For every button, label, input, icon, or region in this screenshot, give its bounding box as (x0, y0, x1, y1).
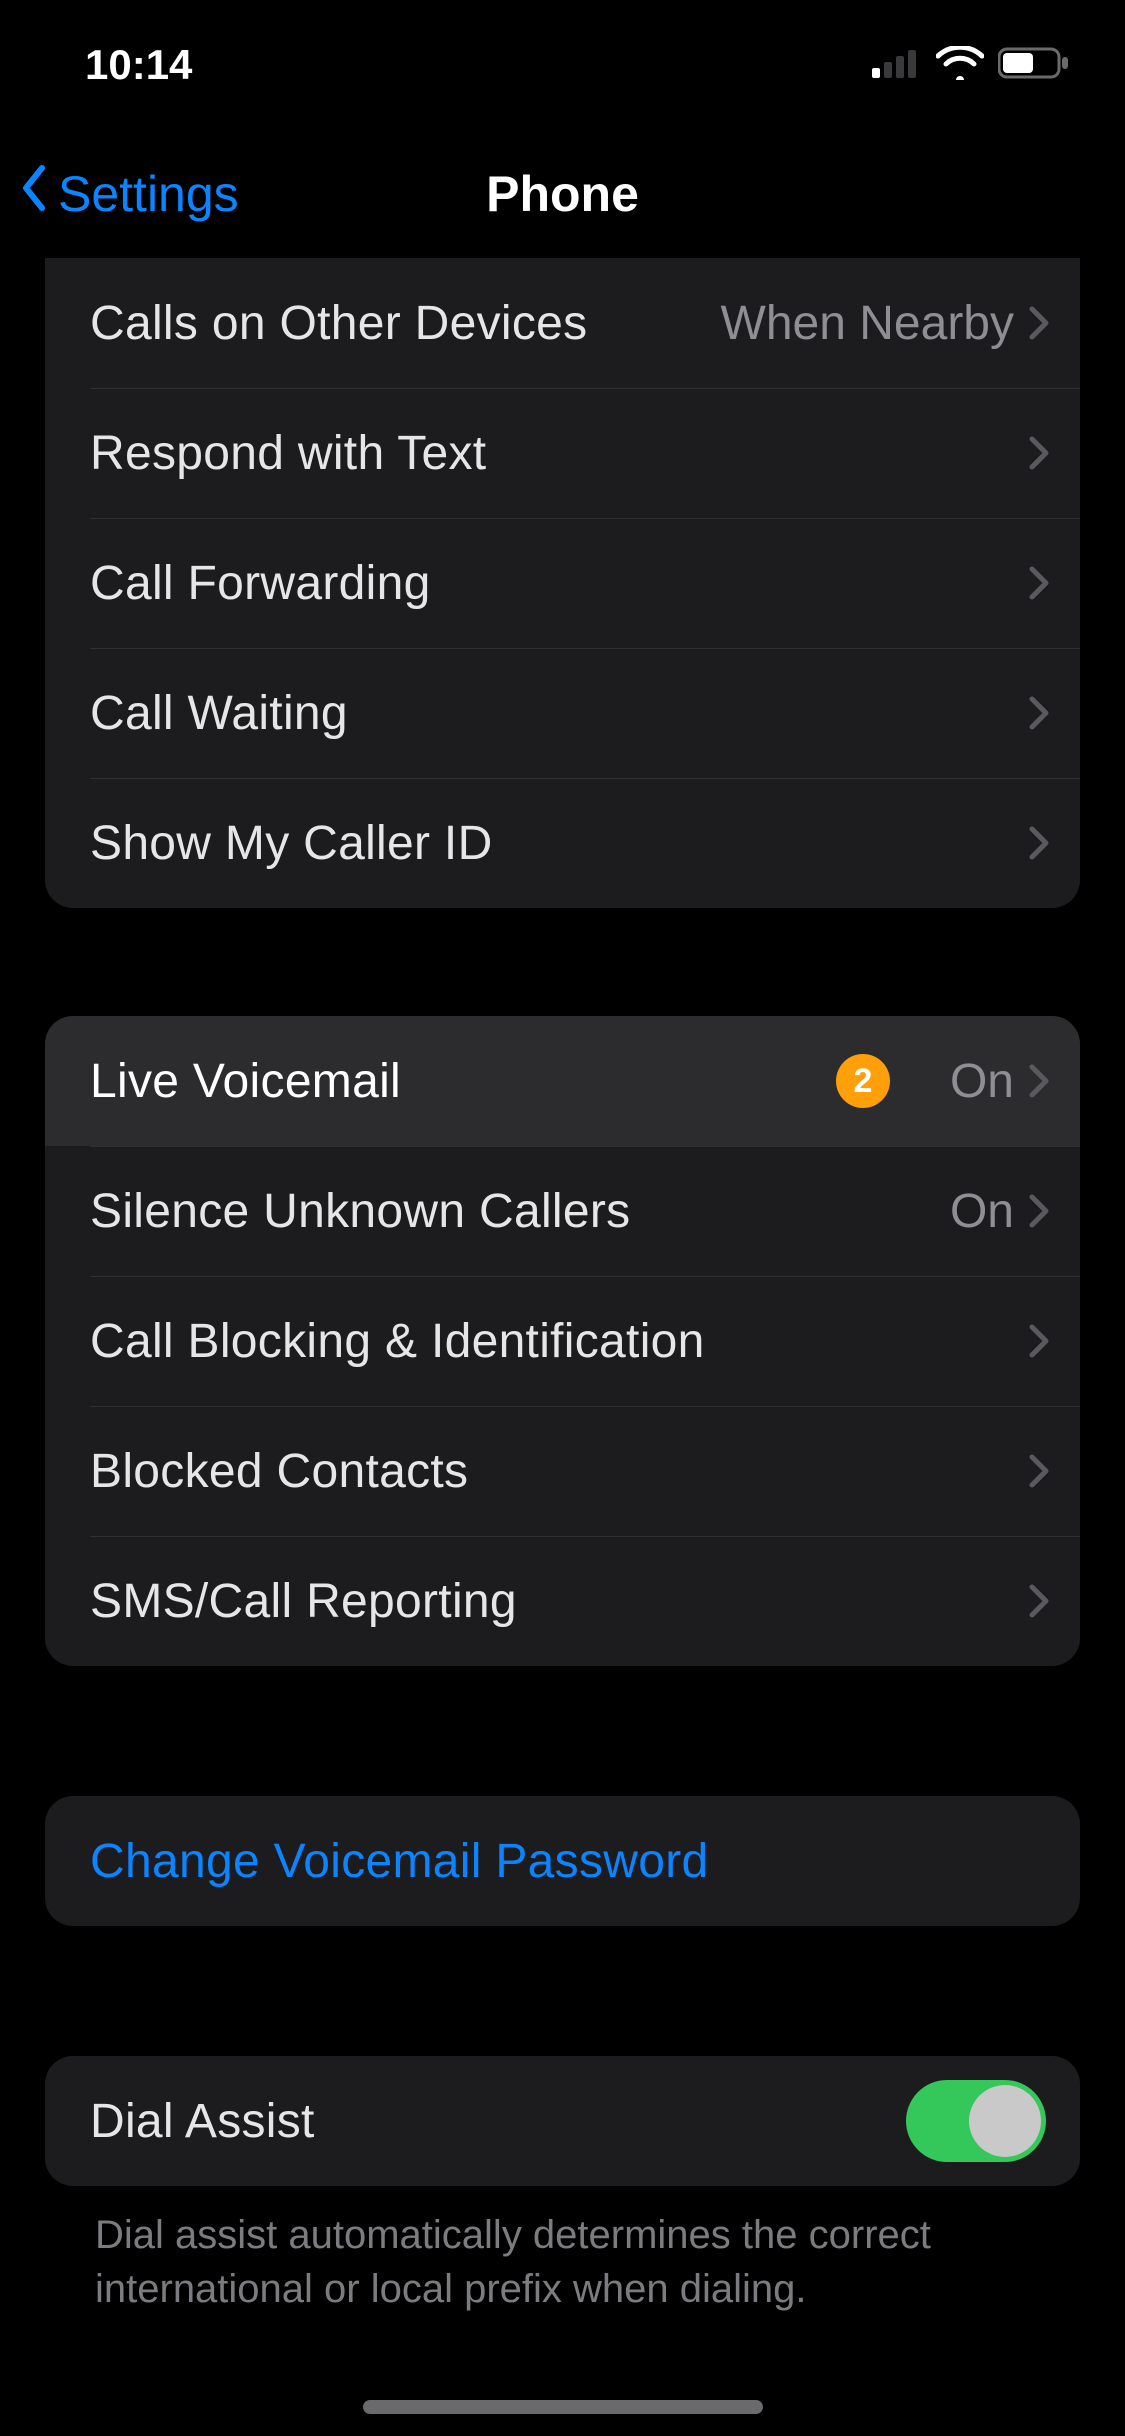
row-show-my-caller-id[interactable]: Show My Caller ID (45, 778, 1080, 908)
chevron-right-icon (1028, 1583, 1050, 1619)
row-calls-on-other-devices[interactable]: Calls on Other Devices When Nearby (45, 258, 1080, 388)
row-dial-assist: Dial Assist (45, 2056, 1080, 2186)
chevron-right-icon (1028, 1063, 1050, 1099)
row-label: Calls on Other Devices (90, 296, 587, 351)
chevron-right-icon (1028, 305, 1050, 341)
section-voicemail: Live Voicemail 2 On Silence Unknown Call… (45, 1016, 1080, 1666)
battery-icon (998, 46, 1070, 85)
chevron-right-icon (1028, 1193, 1050, 1229)
home-indicator[interactable] (363, 2400, 763, 2414)
chevron-left-icon (18, 164, 50, 224)
row-call-blocking-identification[interactable]: Call Blocking & Identification (45, 1276, 1080, 1406)
status-time: 10:14 (85, 41, 192, 89)
section-dial-assist: Dial Assist (45, 2056, 1080, 2186)
back-button[interactable]: Settings (18, 164, 239, 224)
row-live-voicemail[interactable]: Live Voicemail 2 On (45, 1016, 1080, 1146)
row-label: Respond with Text (90, 426, 486, 481)
row-sms-call-reporting[interactable]: SMS/Call Reporting (45, 1536, 1080, 1666)
nav-title: Phone (486, 165, 639, 223)
row-value: When Nearby (721, 296, 1014, 351)
row-label: Blocked Contacts (90, 1444, 468, 1499)
row-label: Call Forwarding (90, 556, 431, 611)
wifi-icon (936, 46, 984, 85)
cellular-icon (872, 48, 922, 83)
row-call-waiting[interactable]: Call Waiting (45, 648, 1080, 778)
chevron-right-icon (1028, 435, 1050, 471)
row-label: Call Blocking & Identification (90, 1314, 705, 1369)
row-value: On (950, 1054, 1014, 1109)
chevron-right-icon (1028, 695, 1050, 731)
row-blocked-contacts[interactable]: Blocked Contacts (45, 1406, 1080, 1536)
section-calls: Calls on Other Devices When Nearby Respo… (45, 258, 1080, 908)
row-label: SMS/Call Reporting (90, 1574, 517, 1629)
chevron-right-icon (1028, 565, 1050, 601)
row-label: Call Waiting (90, 686, 348, 741)
dial-assist-toggle[interactable] (906, 2080, 1046, 2162)
row-label: Show My Caller ID (90, 816, 493, 871)
status-icons (872, 46, 1070, 85)
chevron-right-icon (1028, 1323, 1050, 1359)
section-change-voicemail-password: Change Voicemail Password (45, 1796, 1080, 1926)
row-label: Live Voicemail (90, 1054, 401, 1109)
row-value: On (950, 1184, 1014, 1239)
badge-count: 2 (836, 1054, 890, 1108)
chevron-right-icon (1028, 1453, 1050, 1489)
row-label: Silence Unknown Callers (90, 1184, 630, 1239)
status-bar: 10:14 (0, 0, 1125, 130)
dial-assist-footer: Dial assist automatically determines the… (45, 2186, 1080, 2316)
row-label: Dial Assist (90, 2094, 315, 2149)
chevron-right-icon (1028, 825, 1050, 861)
back-label: Settings (58, 165, 239, 223)
row-call-forwarding[interactable]: Call Forwarding (45, 518, 1080, 648)
row-silence-unknown-callers[interactable]: Silence Unknown Callers On (45, 1146, 1080, 1276)
row-label: Change Voicemail Password (90, 1834, 709, 1889)
nav-bar: Settings Phone (0, 130, 1125, 258)
row-respond-with-text[interactable]: Respond with Text (45, 388, 1080, 518)
change-voicemail-password-button[interactable]: Change Voicemail Password (45, 1796, 1080, 1926)
